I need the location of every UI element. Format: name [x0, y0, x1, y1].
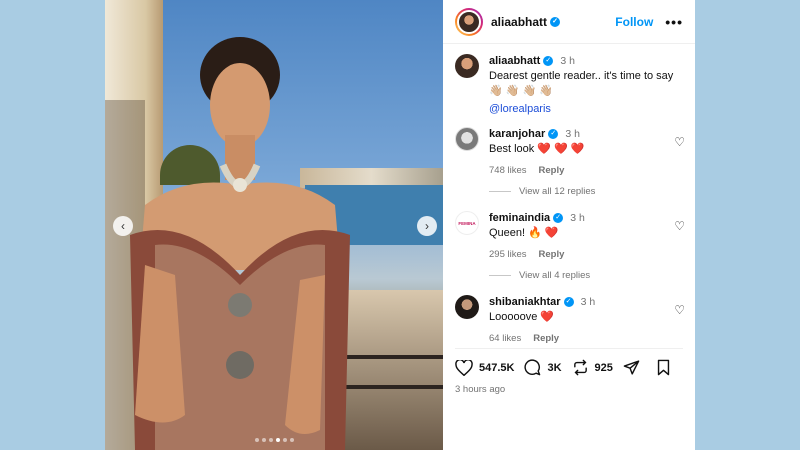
verified-badge-icon: ✓: [548, 129, 559, 140]
comment: shibaniakhtar ✓ 3 h Looooove ❤️ 64 likes R…: [455, 295, 685, 346]
comments-count: 3K: [547, 361, 562, 374]
reply-button[interactable]: Reply: [539, 249, 565, 260]
commenter-username[interactable]: shibaniakhtar: [489, 296, 561, 308]
carousel-dot: [282, 438, 287, 442]
commenter-avatar[interactable]: [455, 127, 479, 151]
chevron-left-icon: ‹: [121, 219, 125, 233]
comment-text: Best look ❤️ ❤️ ❤️: [489, 143, 585, 155]
verified-badge-icon: ✓: [563, 297, 574, 308]
commenter-username[interactable]: feminaindia: [489, 212, 550, 224]
comment-likes[interactable]: 295 likes: [489, 249, 527, 260]
reply-button[interactable]: Reply: [539, 165, 565, 176]
post-actions-bar: 547.5K 3K 925: [455, 348, 683, 376]
comment-likes[interactable]: 748 likes: [489, 165, 527, 176]
commenter-username[interactable]: karanjohar: [489, 128, 545, 140]
photo-balcony: [340, 290, 443, 450]
view-replies-link[interactable]: View all 12 replies: [489, 186, 595, 197]
carousel-dot: [268, 438, 273, 442]
comment: karanjohar ✓ 3 h Best look ❤️ ❤️ ❤️ 748 l…: [455, 127, 685, 178]
carousel-dot: [261, 438, 266, 442]
comment-like-heart-icon[interactable]: ♡: [674, 135, 685, 149]
verified-badge-icon: ✓: [550, 17, 561, 28]
comment-text: Looooove ❤️: [489, 311, 555, 323]
commenter-avatar[interactable]: [455, 295, 479, 319]
caption: aliaabhatt ✓ 3 h Dearest gentle reader.. …: [455, 54, 685, 117]
woman-figure: [130, 37, 350, 450]
carousel-dot: [254, 438, 259, 442]
verified-badge-icon: ✓: [553, 213, 564, 224]
comment-bubble-icon: [524, 359, 541, 376]
carousel-prev-button[interactable]: ‹: [113, 216, 133, 236]
like-button[interactable]: 547.5K: [455, 359, 515, 376]
save-button[interactable]: [656, 359, 677, 376]
comment: FEMINA feminaindia ✓ 3 h Queen! 🔥 ❤️ 295 …: [455, 211, 685, 262]
caption-text: Dearest gentle reader.. it's time to say…: [489, 70, 674, 97]
carousel-dot: [275, 438, 280, 442]
instagram-post-embed: ‹ › aliaabhatt ✓ Follow ••• aliaabhatt ✓ 3…: [105, 0, 695, 450]
share-button[interactable]: [623, 359, 646, 376]
post-header: aliaabhatt ✓ Follow •••: [443, 0, 695, 44]
comment-time: 3 h: [570, 212, 585, 224]
caption-author-avatar[interactable]: [455, 54, 479, 78]
verified-badge-icon: ✓: [543, 56, 554, 67]
author-avatar[interactable]: [455, 7, 483, 36]
repost-button[interactable]: 925: [572, 359, 613, 376]
carousel-dot: [289, 438, 294, 442]
comment-likes[interactable]: 64 likes: [489, 333, 521, 344]
photo-rail: [340, 355, 443, 359]
photo-rail: [340, 385, 443, 389]
repost-icon: [573, 359, 587, 376]
post-timestamp: 3 hours ago: [455, 384, 506, 395]
post-side-panel: aliaabhatt ✓ Follow ••• aliaabhatt ✓ 3 h D…: [443, 0, 695, 450]
carousel-next-button[interactable]: ›: [417, 216, 437, 236]
more-options-icon[interactable]: •••: [665, 14, 683, 30]
comment-time: 3 h: [565, 128, 580, 140]
commenter-avatar[interactable]: FEMINA: [455, 211, 479, 235]
comment-time: 3 h: [580, 296, 596, 308]
reposts-count: 925: [594, 361, 613, 374]
post-photo[interactable]: ‹ ›: [105, 0, 443, 450]
chevron-right-icon: ›: [425, 219, 429, 233]
view-replies-link[interactable]: View all 4 replies: [489, 270, 590, 281]
bookmark-icon: [657, 359, 670, 376]
heart-icon: [455, 359, 473, 376]
caption-time: 3 h: [560, 55, 576, 67]
comment-button[interactable]: 3K: [524, 359, 562, 376]
caption-author[interactable]: aliaabhatt: [489, 55, 540, 67]
caption-mention-link[interactable]: @lorealparis: [489, 102, 685, 117]
send-icon: [623, 360, 640, 375]
comment-text: Queen! 🔥 ❤️: [489, 227, 559, 239]
carousel-indicator: [105, 438, 443, 442]
comment-like-heart-icon[interactable]: ♡: [674, 303, 685, 317]
likes-count: 547.5K: [479, 361, 515, 374]
author-handle[interactable]: aliaabhatt ✓: [491, 15, 561, 29]
reply-button[interactable]: Reply: [533, 333, 559, 344]
comment-like-heart-icon[interactable]: ♡: [674, 219, 685, 233]
follow-button[interactable]: Follow: [615, 15, 653, 29]
